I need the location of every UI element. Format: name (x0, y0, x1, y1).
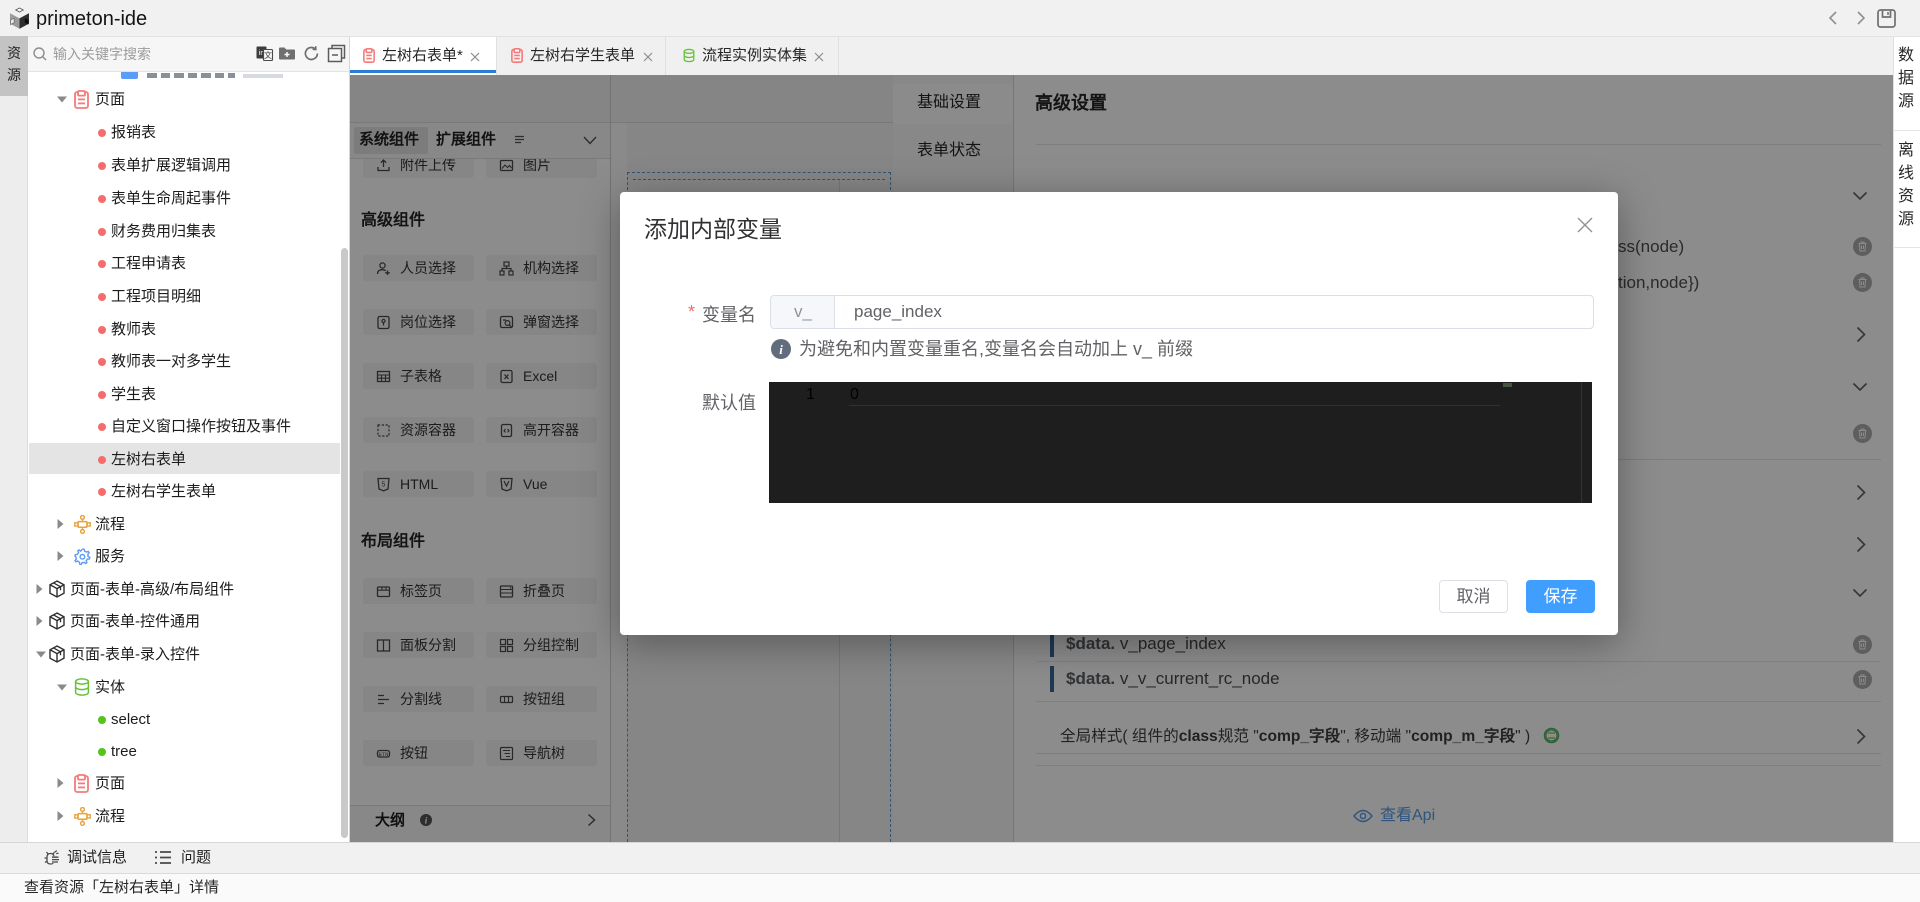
svg-text:i: i (779, 342, 783, 357)
svg-text:文: 文 (264, 50, 272, 60)
